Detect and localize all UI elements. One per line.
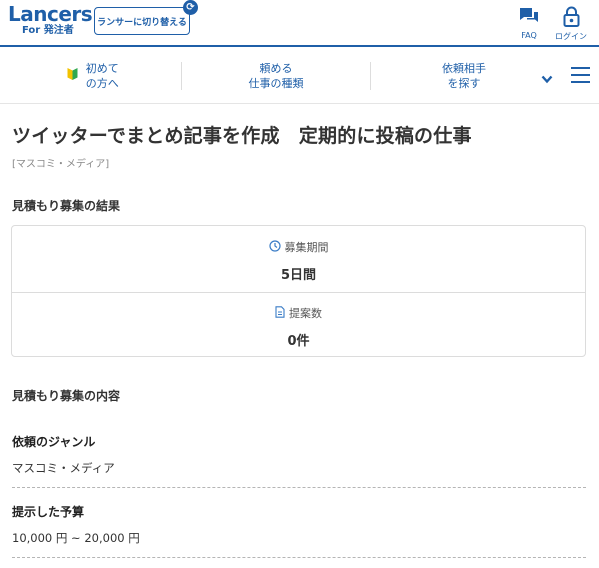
- nav-item-beginners[interactable]: 初めて の方へ: [58, 61, 128, 91]
- dotted-divider: [12, 487, 586, 488]
- lock-icon: [551, 4, 591, 28]
- genre-value: マスコミ・メディア: [12, 461, 115, 475]
- budget-value: 10,000 円 ~ 20,000 円: [12, 531, 140, 545]
- switch-to-lancer-button[interactable]: ランサーに切り替える ⟳: [94, 0, 198, 35]
- site-header: Lancers For 発注者 ランサーに切り替える ⟳ FAQ ログイン: [0, 0, 599, 47]
- lancers-logo[interactable]: Lancers For 発注者: [8, 2, 93, 37]
- content-heading: 見積もり募集の内容: [12, 389, 121, 403]
- nav-label-line2: を探す: [447, 77, 481, 90]
- result-heading: 見積もり募集の結果: [12, 199, 121, 213]
- proposals-label: 提案数: [289, 307, 322, 320]
- login-label: ログイン: [555, 32, 587, 41]
- logo-subtitle: For 発注者: [22, 25, 74, 36]
- nav-label-line1: 依頼相手: [442, 62, 486, 75]
- result-divider: [12, 292, 585, 293]
- hamburger-menu-icon[interactable]: [571, 67, 590, 88]
- nav-label-line1: 頼める: [259, 62, 293, 75]
- clock-icon: [268, 239, 281, 255]
- switch-icon: ⟳: [183, 0, 198, 15]
- switch-button-label: ランサーに切り替える: [97, 17, 187, 28]
- dotted-divider: [12, 557, 586, 558]
- period-label: 募集期間: [284, 241, 329, 254]
- login-button[interactable]: ログイン: [551, 4, 591, 42]
- nav-label-line1: 初めて: [85, 62, 119, 75]
- chat-bubble-icon: [509, 4, 549, 28]
- proposal-count: 提案数 0件: [12, 305, 585, 349]
- chevron-down-icon[interactable]: [541, 69, 553, 88]
- job-category[interactable]: [マスコミ・メディア]: [12, 155, 109, 170]
- nav-label-line2: の方へ: [85, 77, 119, 90]
- result-box: 募集期間 5日間 提案数 0件: [11, 225, 586, 357]
- faq-button[interactable]: FAQ: [509, 4, 549, 40]
- nav-divider: [370, 62, 371, 90]
- beginner-leaf-icon: [67, 67, 78, 85]
- nav-item-find-partner[interactable]: 依頼相手 を探す: [424, 61, 504, 91]
- logo-wordmark: Lancers: [8, 2, 93, 26]
- document-icon: [275, 305, 285, 321]
- genre-label: 依頼のジャンル: [12, 435, 96, 449]
- budget-label: 提示した予算: [12, 505, 85, 519]
- recruit-period: 募集期間 5日間: [12, 239, 585, 283]
- faq-label: FAQ: [521, 31, 537, 40]
- nav-item-job-types[interactable]: 頼める 仕事の種類: [236, 61, 316, 91]
- period-value: 5日間: [280, 268, 317, 283]
- main-nav: 初めて の方へ 頼める 仕事の種類 依頼相手 を探す: [0, 47, 599, 104]
- nav-label-line2: 仕事の種類: [248, 77, 304, 90]
- page-title: ツイッターでまとめ記事を作成 定期的に投稿の仕事: [12, 125, 472, 147]
- nav-divider: [181, 62, 182, 90]
- proposals-value: 0件: [287, 334, 310, 349]
